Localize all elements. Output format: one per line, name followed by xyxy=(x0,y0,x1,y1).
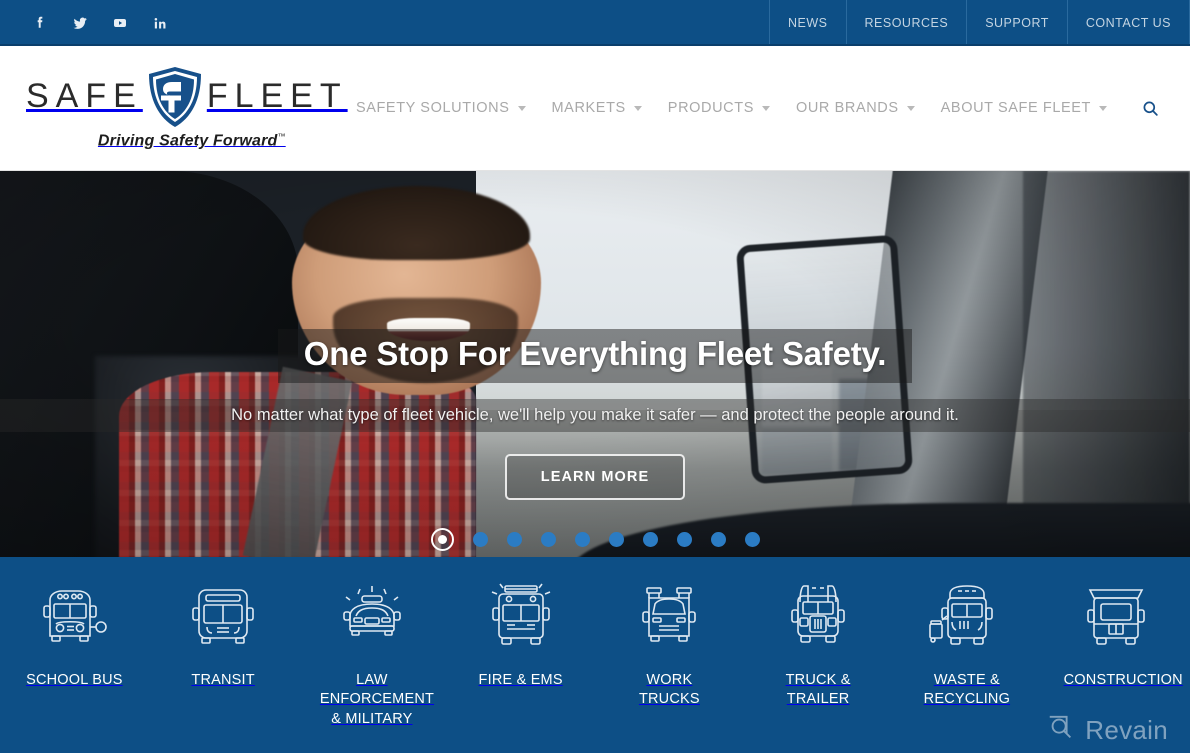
hero-content: One Stop For Everything Fleet Safety. No… xyxy=(0,171,1190,557)
carousel-dot-6[interactable] xyxy=(608,532,624,547)
twitter-icon[interactable] xyxy=(70,13,90,33)
learn-more-button[interactable]: LEARN MORE xyxy=(504,454,686,500)
revain-watermark: Revain xyxy=(1046,713,1168,748)
market-label: FIRE & EMS xyxy=(478,672,563,688)
logo-row: SAFE FLEET xyxy=(26,66,348,128)
chevron-down-icon xyxy=(906,105,915,111)
carousel-dot-1[interactable] xyxy=(430,528,454,551)
utility-link-resources[interactable]: RESOURCES xyxy=(845,0,967,46)
market-item-construction[interactable]: CONSTRUCTION xyxy=(1041,573,1190,690)
carousel-dot-10[interactable] xyxy=(744,532,760,547)
youtube-icon[interactable] xyxy=(110,13,130,33)
top-utility-bar: NEWS RESOURCES SUPPORT CONTACT US xyxy=(0,0,1190,46)
nav-item-safety-solutions[interactable]: SAFETY SOLUTIONS xyxy=(356,100,526,116)
linkedin-icon[interactable] xyxy=(150,13,170,33)
utility-link-news[interactable]: NEWS xyxy=(769,0,846,46)
chevron-down-icon xyxy=(517,105,526,111)
carousel-dot-3[interactable] xyxy=(506,532,522,547)
nav-label: ABOUT SAFE FLEET xyxy=(940,100,1091,116)
nav-item-markets[interactable]: MARKETS xyxy=(552,100,642,116)
market-label: SCHOOL BUS xyxy=(26,672,123,688)
carousel-dots xyxy=(430,528,760,551)
nav-label: SAFETY SOLUTIONS xyxy=(355,100,510,116)
market-item-work-trucks[interactable]: WORK TRUCKS xyxy=(595,573,744,710)
nav-item-our-brands[interactable]: OUR BRANDS xyxy=(796,100,915,116)
chevron-down-icon xyxy=(761,105,770,111)
market-label: LAW ENFORCEMENT & MILITARY xyxy=(319,672,435,727)
search-icon[interactable] xyxy=(1141,99,1160,118)
logo-tagline: Driving Safety Forward™ xyxy=(88,132,286,150)
hero-title: One Stop For Everything Fleet Safety. xyxy=(303,335,887,372)
trademark-mark: ™ xyxy=(277,131,286,141)
carousel-dot-7[interactable] xyxy=(642,532,658,547)
hero-subtitle-band: No matter what type of fleet vehicle, we… xyxy=(0,399,1190,432)
market-item-school-bus[interactable]: SCHOOL BUS xyxy=(0,573,149,690)
hero-title-band: One Stop For Everything Fleet Safety. xyxy=(277,329,913,383)
market-item-truck-trailer[interactable]: TRUCK & TRAILER xyxy=(744,573,893,710)
carousel-dot-2[interactable] xyxy=(472,532,488,547)
site-header: SAFE FLEET Driving Safety Forward™ SAFET… xyxy=(0,46,1190,171)
facebook-icon[interactable] xyxy=(30,13,50,33)
utility-link-support[interactable]: SUPPORT xyxy=(966,0,1067,46)
hero-subtitle: No matter what type of fleet vehicle, we… xyxy=(231,406,959,424)
fire-truck-icon xyxy=(481,573,561,661)
chevron-down-icon xyxy=(633,105,642,111)
nav-label: PRODUCTS xyxy=(667,100,754,116)
market-label: CONSTRUCTION xyxy=(1063,672,1183,688)
social-links xyxy=(0,0,170,46)
utility-nav: NEWS RESOURCES SUPPORT CONTACT US xyxy=(769,0,1190,46)
revain-logo-icon xyxy=(1046,713,1076,748)
nav-item-products[interactable]: PRODUCTS xyxy=(668,100,770,116)
dump-truck-icon xyxy=(1076,573,1156,661)
hero-carousel: One Stop For Everything Fleet Safety. No… xyxy=(0,171,1190,557)
chevron-down-icon xyxy=(1099,105,1107,111)
market-item-fire-ems[interactable]: FIRE & EMS xyxy=(446,573,595,690)
market-item-law-enforcement-military[interactable]: LAW ENFORCEMENT & MILITARY xyxy=(298,573,447,729)
work-van-icon xyxy=(629,573,709,661)
market-item-waste-recycling[interactable]: WASTE & RECYCLING xyxy=(893,573,1042,710)
market-item-transit[interactable]: TRANSIT xyxy=(149,573,298,690)
market-label: TRANSIT xyxy=(191,672,255,688)
site-logo[interactable]: SAFE FLEET Driving Safety Forward™ xyxy=(26,66,348,150)
logo-word-safe: SAFE xyxy=(26,77,143,116)
tagline-text: Driving Safety Forward xyxy=(97,132,278,150)
waste-truck-icon xyxy=(924,573,1010,661)
logo-word-fleet: FLEET xyxy=(206,77,348,116)
nav-label: OUR BRANDS xyxy=(795,100,899,116)
nav-label: MARKETS xyxy=(551,100,626,116)
carousel-dot-9[interactable] xyxy=(710,532,726,547)
market-label: TRUCK & TRAILER xyxy=(785,672,851,708)
semi-truck-icon xyxy=(778,573,858,661)
shield-icon xyxy=(147,66,203,128)
transit-bus-icon xyxy=(183,573,263,661)
market-label: WORK TRUCKS xyxy=(638,672,700,708)
carousel-dot-4[interactable] xyxy=(540,532,556,547)
market-label: WASTE & RECYCLING xyxy=(923,672,1011,708)
carousel-dot-8[interactable] xyxy=(676,532,692,547)
school-bus-icon xyxy=(34,573,114,661)
carousel-dot-5[interactable] xyxy=(574,532,590,547)
markets-strip: SCHOOL BUS TRANSIT LAW ENFORCEMENT & MIL… xyxy=(0,557,1190,753)
utility-link-contact-us[interactable]: CONTACT US xyxy=(1066,0,1190,46)
nav-item-about-safe-fleet[interactable]: ABOUT SAFE FLEET xyxy=(941,100,1107,116)
police-car-icon xyxy=(332,573,412,661)
revain-watermark-text: Revain xyxy=(1085,715,1168,745)
main-nav: SAFETY SOLUTIONS MARKETS PRODUCTS OUR BR… xyxy=(356,99,1160,118)
